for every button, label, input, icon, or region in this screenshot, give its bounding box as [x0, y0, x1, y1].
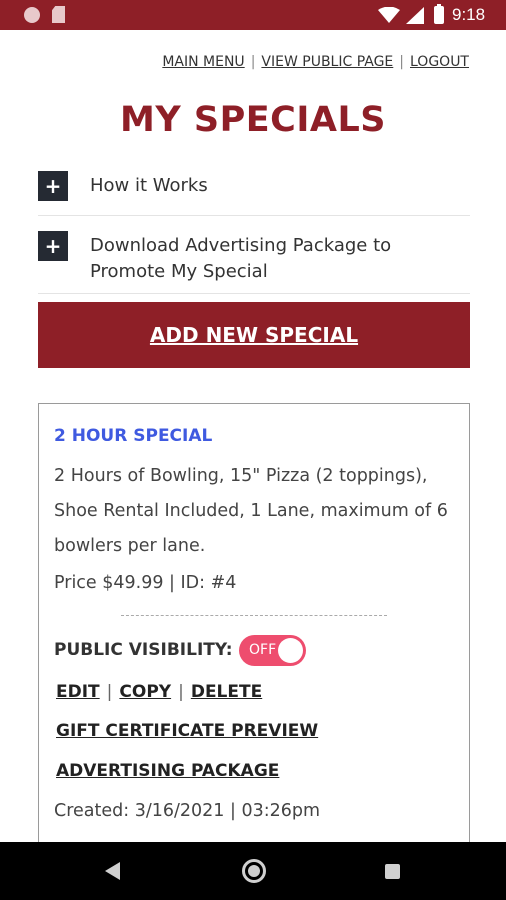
sd-card-icon	[52, 6, 65, 23]
advertising-package-link[interactable]: ADVERTISING PACKAGE	[56, 761, 279, 781]
edit-link[interactable]: EDIT	[56, 682, 100, 702]
logout-link[interactable]: LOGOUT	[410, 54, 469, 70]
separator: |	[178, 682, 184, 702]
divider	[121, 615, 387, 616]
delete-link[interactable]: DELETE	[191, 682, 262, 702]
special-card: 2 HOUR SPECIAL 2 Hours of Bowling, 15" P…	[38, 403, 470, 883]
wifi-icon	[378, 7, 400, 23]
top-links: MAIN MENU | VIEW PUBLIC PAGE | LOGOUT	[162, 54, 469, 70]
special-price: Price $49.99 | ID: #4	[54, 573, 237, 593]
special-actions: EDIT | COPY | DELETE	[56, 682, 262, 702]
battery-icon	[434, 4, 444, 24]
page-title: MY SPECIALS	[120, 100, 386, 140]
special-description: 2 Hours of Bowling, 15" Pizza (2 topping…	[54, 466, 448, 556]
notification-dot-icon	[24, 7, 40, 23]
gift-certificate-preview-link[interactable]: GIFT CERTIFICATE PREVIEW	[56, 721, 318, 741]
plus-icon[interactable]: +	[38, 171, 68, 201]
main-menu-link[interactable]: MAIN MENU	[162, 54, 244, 70]
accordion-label[interactable]: How it Works	[90, 173, 450, 199]
separator: |	[250, 54, 256, 70]
public-visibility-label: PUBLIC VISIBILITY:	[54, 640, 233, 660]
clock: 9:18	[452, 5, 486, 24]
plus-icon[interactable]: +	[38, 231, 68, 261]
special-title: 2 HOUR SPECIAL	[54, 426, 213, 446]
accordion-label[interactable]: Download Advertising Package to Promote …	[90, 233, 450, 285]
home-icon[interactable]	[242, 859, 266, 883]
public-visibility-toggle[interactable]: OFF	[239, 635, 306, 666]
signal-icon	[406, 7, 424, 24]
accordion-download-advertising[interactable]: + Download Advertising Package to Promot…	[38, 228, 470, 294]
navigation-bar	[0, 842, 506, 900]
status-bar: 9:18	[0, 0, 506, 30]
created-timestamp: Created: 3/16/2021 | 03:26pm	[54, 801, 321, 821]
recent-apps-icon[interactable]	[385, 864, 400, 879]
separator: |	[399, 54, 404, 70]
back-icon[interactable]	[105, 862, 120, 880]
copy-link[interactable]: COPY	[119, 682, 171, 702]
toggle-state-text: OFF	[249, 642, 277, 658]
separator: |	[106, 682, 113, 702]
toggle-knob	[278, 638, 303, 663]
accordion-how-it-works[interactable]: + How it Works	[38, 168, 470, 216]
view-public-page-link[interactable]: VIEW PUBLIC PAGE	[261, 54, 393, 70]
add-new-special-button[interactable]: ADD NEW SPECIAL	[38, 302, 470, 368]
